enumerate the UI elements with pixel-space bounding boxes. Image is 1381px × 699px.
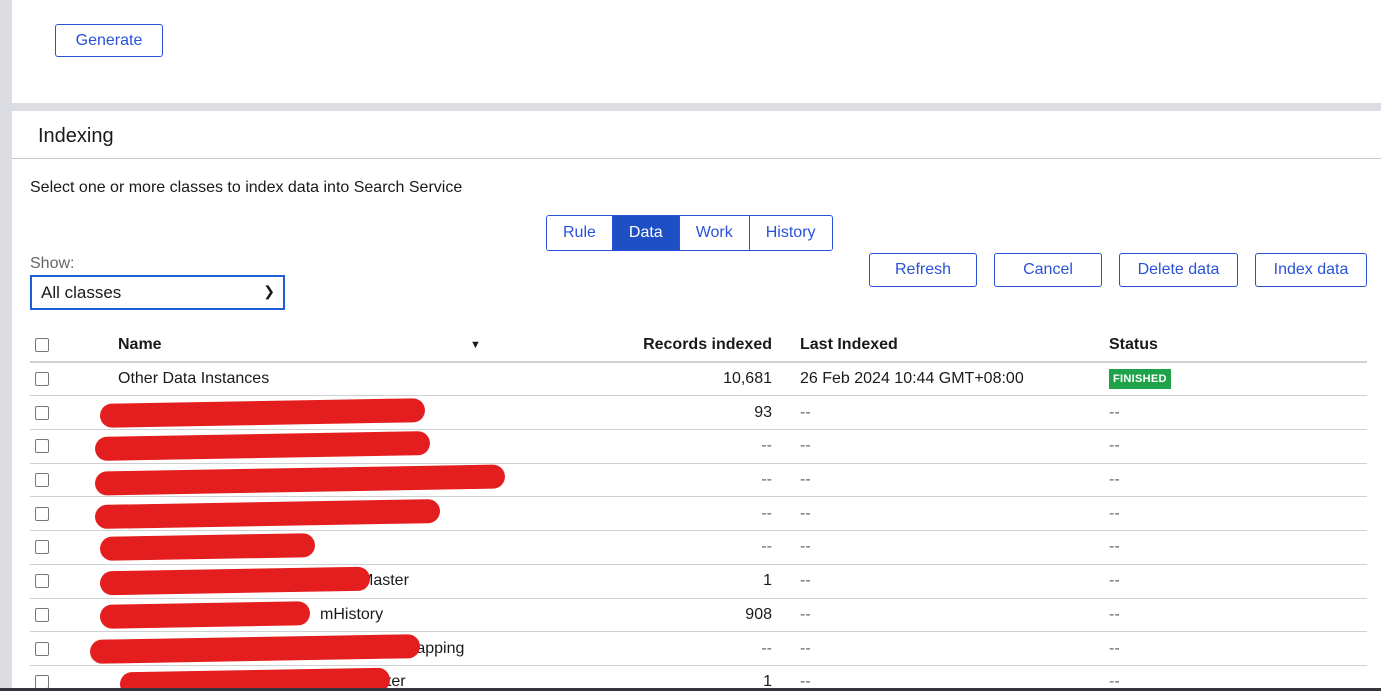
redaction-mark bbox=[89, 633, 421, 664]
status-badge: FINISHED bbox=[1109, 369, 1171, 390]
row-status: -- bbox=[1109, 538, 1120, 556]
top-panel: Generate bbox=[12, 0, 1381, 103]
table-row[interactable]: -- -- -- bbox=[30, 464, 1367, 498]
filter-icon[interactable]: ▼ bbox=[470, 339, 481, 351]
classes-table: Name ▼ Records indexed Last Indexed Stat… bbox=[30, 329, 1367, 688]
table-row[interactable]: Master 1 -- -- bbox=[30, 565, 1367, 599]
row-last-indexed: -- bbox=[800, 572, 811, 590]
class-type-tabs: Rule Data Work History bbox=[546, 215, 833, 251]
column-name[interactable]: Name bbox=[118, 336, 162, 354]
redaction-mark bbox=[99, 566, 371, 596]
row-name: Other Data Instances bbox=[118, 370, 270, 388]
row-records: 1 bbox=[763, 673, 772, 688]
row-status: -- bbox=[1109, 673, 1120, 688]
row-checkbox[interactable] bbox=[35, 473, 49, 488]
row-checkbox[interactable] bbox=[35, 607, 49, 622]
row-records: -- bbox=[761, 639, 772, 657]
refresh-button[interactable]: Refresh bbox=[869, 253, 977, 287]
row-records: 93 bbox=[754, 403, 772, 421]
tab-work[interactable]: Work bbox=[679, 216, 750, 250]
select-all-checkbox[interactable] bbox=[35, 337, 49, 352]
indexing-panel: Indexing Select one or more classes to i… bbox=[12, 111, 1381, 688]
description: Select one or more classes to index data… bbox=[30, 179, 463, 196]
row-records: 908 bbox=[745, 605, 772, 623]
row-last-indexed: -- bbox=[800, 403, 811, 421]
row-checkbox[interactable] bbox=[35, 439, 49, 454]
index-data-button[interactable]: Index data bbox=[1255, 253, 1367, 287]
row-last-indexed: -- bbox=[800, 471, 811, 489]
redaction-mark bbox=[94, 498, 441, 529]
row-status: -- bbox=[1109, 639, 1120, 657]
redaction-mark bbox=[119, 667, 391, 688]
row-last-indexed: 26 Feb 2024 10:44 GMT+08:00 bbox=[800, 370, 1024, 388]
row-name: mHistory bbox=[320, 605, 384, 623]
table-row[interactable]: aster 1 -- -- bbox=[30, 666, 1367, 688]
row-last-indexed: -- bbox=[800, 538, 811, 556]
left-gutter bbox=[0, 0, 12, 699]
delete-data-button[interactable]: Delete data bbox=[1119, 253, 1238, 287]
row-status: -- bbox=[1109, 403, 1120, 421]
table-row[interactable]: 93 -- -- bbox=[30, 396, 1367, 431]
row-checkbox[interactable] bbox=[35, 675, 49, 688]
column-status[interactable]: Status bbox=[1109, 336, 1158, 354]
redaction-mark bbox=[99, 533, 316, 562]
tab-data[interactable]: Data bbox=[612, 216, 680, 250]
row-checkbox[interactable] bbox=[35, 540, 49, 555]
row-records: -- bbox=[761, 437, 772, 455]
row-last-indexed: -- bbox=[800, 437, 811, 455]
column-records[interactable]: Records indexed bbox=[643, 336, 772, 354]
row-records: -- bbox=[761, 504, 772, 522]
row-last-indexed: -- bbox=[800, 673, 811, 688]
row-last-indexed: -- bbox=[800, 639, 811, 657]
table-header: Name ▼ Records indexed Last Indexed Stat… bbox=[30, 329, 1367, 363]
row-records: 10,681 bbox=[723, 370, 772, 388]
table-row[interactable]: Other Data Instances 10,681 26 Feb 2024 … bbox=[30, 363, 1367, 397]
row-status: -- bbox=[1109, 471, 1120, 489]
table-row[interactable]: -- -- -- bbox=[30, 531, 1367, 565]
redaction-mark bbox=[99, 601, 311, 629]
row-checkbox[interactable] bbox=[35, 506, 49, 521]
redaction-mark bbox=[99, 397, 426, 428]
row-records: 1 bbox=[763, 572, 772, 590]
row-status: -- bbox=[1109, 437, 1120, 455]
row-status: -- bbox=[1109, 572, 1120, 590]
row-checkbox[interactable] bbox=[35, 405, 49, 420]
row-checkbox[interactable] bbox=[35, 641, 49, 656]
chevron-down-icon: ❯ bbox=[263, 283, 275, 299]
row-status: -- bbox=[1109, 504, 1120, 522]
row-status: -- bbox=[1109, 605, 1120, 623]
table-row[interactable]: Mapping -- -- -- bbox=[30, 632, 1367, 666]
row-records: -- bbox=[761, 471, 772, 489]
table-row[interactable]: -- -- -- bbox=[30, 497, 1367, 532]
column-last-indexed[interactable]: Last Indexed bbox=[800, 336, 898, 354]
tab-history[interactable]: History bbox=[749, 216, 832, 250]
show-select-value: All classes bbox=[41, 282, 122, 302]
row-last-indexed: -- bbox=[800, 504, 811, 522]
divider bbox=[12, 158, 1381, 159]
row-records: -- bbox=[761, 538, 772, 556]
redaction-mark bbox=[94, 431, 431, 462]
table-row[interactable]: -- -- -- bbox=[30, 430, 1367, 464]
row-last-indexed: -- bbox=[800, 605, 811, 623]
cancel-button[interactable]: Cancel bbox=[994, 253, 1102, 287]
show-label: Show: bbox=[30, 255, 75, 272]
panel-title: Indexing bbox=[38, 125, 114, 147]
generate-button[interactable]: Generate bbox=[55, 24, 163, 57]
show-select[interactable]: All classes ❯ bbox=[30, 275, 285, 310]
redaction-mark bbox=[94, 464, 506, 496]
row-checkbox[interactable] bbox=[35, 574, 49, 589]
table-row[interactable]: mHistory 908 -- -- bbox=[30, 599, 1367, 633]
row-checkbox[interactable] bbox=[35, 372, 49, 387]
tab-rule[interactable]: Rule bbox=[547, 216, 613, 250]
